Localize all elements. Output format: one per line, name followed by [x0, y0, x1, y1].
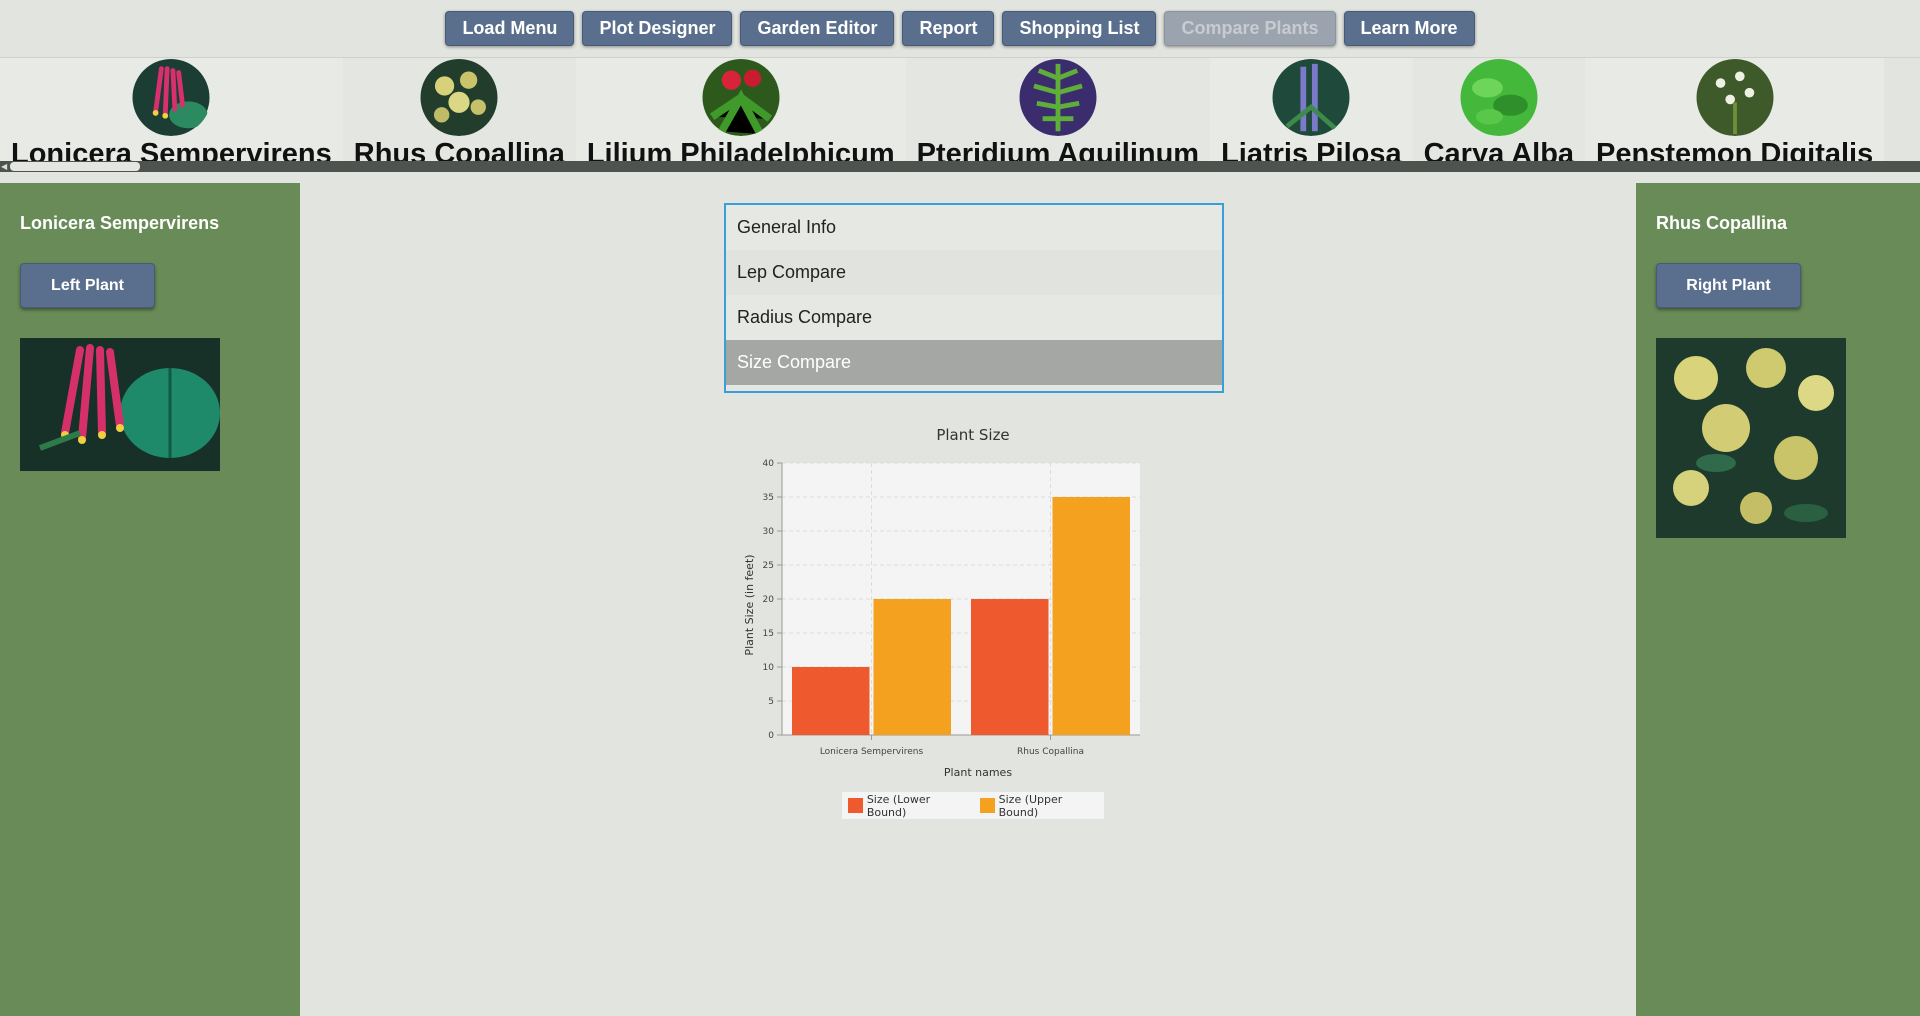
plant-thumb-image [1460, 59, 1538, 136]
plant-thumb-image [1696, 59, 1774, 136]
garden-editor-button[interactable]: Garden Editor [740, 11, 895, 46]
y-tick-label: 5 [768, 697, 774, 707]
plant-tile-carya[interactable]: Carya Alba [1412, 58, 1586, 171]
bar-upper-1 [873, 599, 951, 735]
x-tick-label: Rhus Copallina [1017, 747, 1084, 757]
plot-designer-button[interactable]: Plot Designer [582, 11, 733, 46]
plant-tile-rhus[interactable]: Rhus Copallina [342, 58, 576, 171]
option-lep-compare[interactable]: Lep Compare [726, 250, 1222, 295]
legend-item-lower: Size (Lower Bound) [848, 793, 972, 819]
report-button[interactable]: Report [902, 11, 995, 46]
y-tick-label: 20 [763, 595, 775, 605]
chart-x-axis-label: Plant names [944, 766, 1012, 779]
shopping-list-button[interactable]: Shopping List [1002, 11, 1157, 46]
chart-y-axis-label: Plant Size (in feet) [743, 554, 756, 655]
y-tick-label: 10 [763, 663, 775, 673]
right-plant-panel: Rhus Copallina Right Plant [1636, 183, 1920, 1016]
learn-more-button[interactable]: Learn More [1343, 11, 1475, 46]
left-plant-button[interactable]: Left Plant [20, 263, 155, 308]
bar-lower-1 [792, 667, 870, 735]
right-plant-button[interactable]: Right Plant [1656, 263, 1801, 308]
plant-thumb-image [420, 59, 498, 136]
legend-label-lower: Size (Lower Bound) [866, 792, 931, 819]
bar-upper-2 [1052, 497, 1130, 735]
plant-thumb-image [702, 59, 780, 136]
y-tick-label: 25 [763, 561, 774, 571]
y-tick-label: 15 [763, 629, 774, 639]
chart-legend: Size (Lower Bound) Size (Upper Bound) [842, 792, 1104, 819]
left-plant-title: Lonicera Sempervirens [20, 213, 220, 233]
option-radius-compare[interactable]: Radius Compare [726, 295, 1222, 340]
plant-tile-pteridium[interactable]: Pteridium Aquilinum [905, 58, 1211, 171]
legend-label-upper: Size (Upper Bound) [998, 792, 1063, 819]
plant-size-chart: Plant Size Plant Size (in feet) Plant na… [743, 426, 1140, 779]
bar-lower-2 [971, 599, 1049, 735]
right-plant-title: Rhus Copallina [1656, 213, 1788, 233]
y-tick-label: 30 [763, 527, 775, 537]
plant-strip: Lonicera Sempervirens Rhus Copallina Lil… [0, 57, 1920, 172]
scrollbar-thumb[interactable] [10, 162, 140, 171]
plant-tile-liatris[interactable]: Liatris Pilosa [1210, 58, 1413, 171]
scroll-left-icon[interactable]: ◀ [1, 161, 9, 172]
compare-plants-button: Compare Plants [1164, 11, 1336, 46]
right-plant-image [1656, 338, 1846, 538]
option-size-compare[interactable]: Size Compare [726, 340, 1222, 385]
left-plant-image [20, 338, 220, 471]
y-tick-label: 0 [768, 731, 774, 741]
legend-swatch-upper [979, 798, 995, 813]
left-plant-panel: Lonicera Sempervirens Left Plant [0, 183, 300, 1016]
plant-thumb-image [132, 59, 210, 136]
y-tick-label: 40 [763, 459, 775, 469]
plant-thumb-image [1272, 59, 1350, 136]
legend-swatch-lower [848, 798, 863, 813]
plant-thumb-image [1019, 59, 1097, 136]
y-tick-label: 35 [763, 493, 774, 503]
plant-tile-lonicera[interactable]: Lonicera Sempervirens [0, 58, 343, 171]
compare-options-list[interactable]: General Info Lep Compare Radius Compare … [724, 203, 1224, 393]
x-tick-label: Lonicera Sempervirens [820, 747, 924, 757]
load-menu-button[interactable]: Load Menu [445, 11, 575, 46]
chart-title: Plant Size [936, 426, 1009, 444]
top-nav: Load Menu Plot Designer Garden Editor Re… [0, 0, 1920, 57]
option-general-info[interactable]: General Info [726, 205, 1222, 250]
legend-item-upper: Size (Upper Bound) [979, 792, 1104, 819]
plant-tile-lilium[interactable]: Lilium Philadelphicum [575, 58, 906, 171]
plant-tile-penstemon[interactable]: Penstemon Digitalis [1585, 58, 1885, 171]
horizontal-scrollbar[interactable]: ◀ [0, 161, 1920, 172]
